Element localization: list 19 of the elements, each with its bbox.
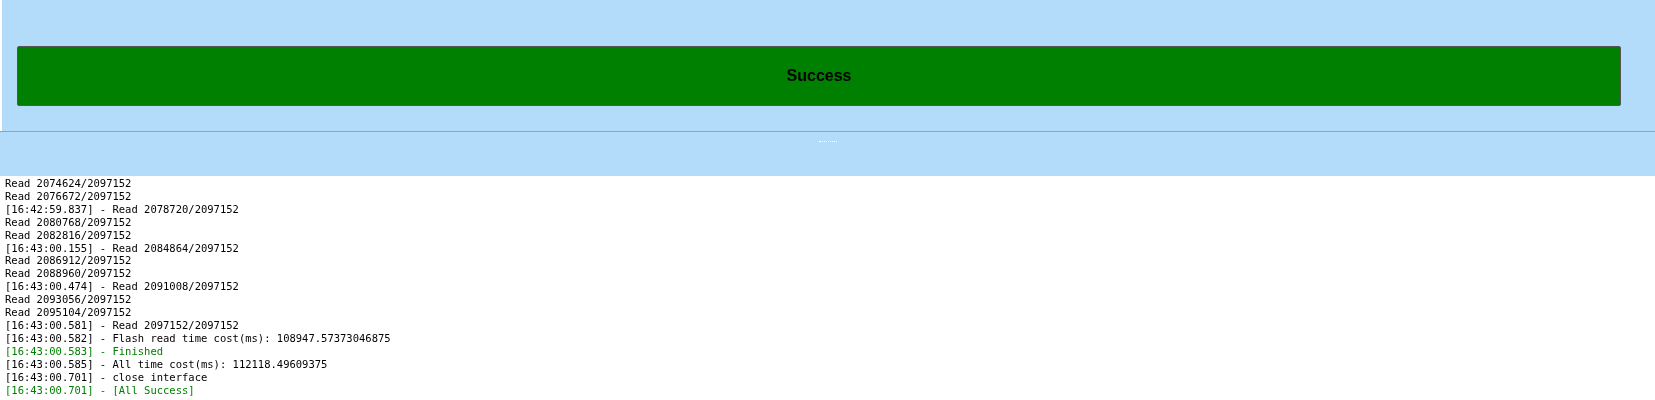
- log-line: Read 2088960/2097152: [5, 267, 132, 281]
- log-line: [16:43:00.701] - [All Success]: [5, 383, 195, 397]
- log-line: [16:43:00.585] - All time cost(ms): 112118.49609375: [5, 357, 328, 371]
- log-line: Read 2082816/2097152: [5, 228, 132, 242]
- log-line: Read 2080768/2097152: [5, 215, 132, 229]
- log-line: Read 2093056/2097152: [5, 293, 132, 307]
- log-line: Read 2074624/2097152: [5, 177, 132, 190]
- splitter-bar[interactable]: [0, 131, 1655, 176]
- log-line: [16:43:00.701] - close interface: [5, 370, 208, 384]
- log-line: [16:42:59.837] - Read 2078720/2097152: [5, 202, 239, 216]
- log-line: [16:43:00.474] - Read 2091008/2097152: [5, 280, 239, 294]
- log-line: [16:43:00.582] - Flash read time cost(ms): 108947.57373046875: [5, 331, 391, 345]
- log-line: Read 2076672/2097152: [5, 189, 132, 203]
- log-line: [16:43:00.155] - Read 2084864/2097152: [5, 241, 239, 255]
- success-button[interactable]: Success: [17, 46, 1621, 106]
- log-line: Read 2086912/2097152: [5, 254, 132, 268]
- log-line: [16:43:00.583] - Finished: [5, 344, 164, 358]
- log-line: Read 2095104/2097152: [5, 306, 132, 319]
- log-line: [16:43:00.581] - Read 2097152/2097152: [5, 318, 239, 332]
